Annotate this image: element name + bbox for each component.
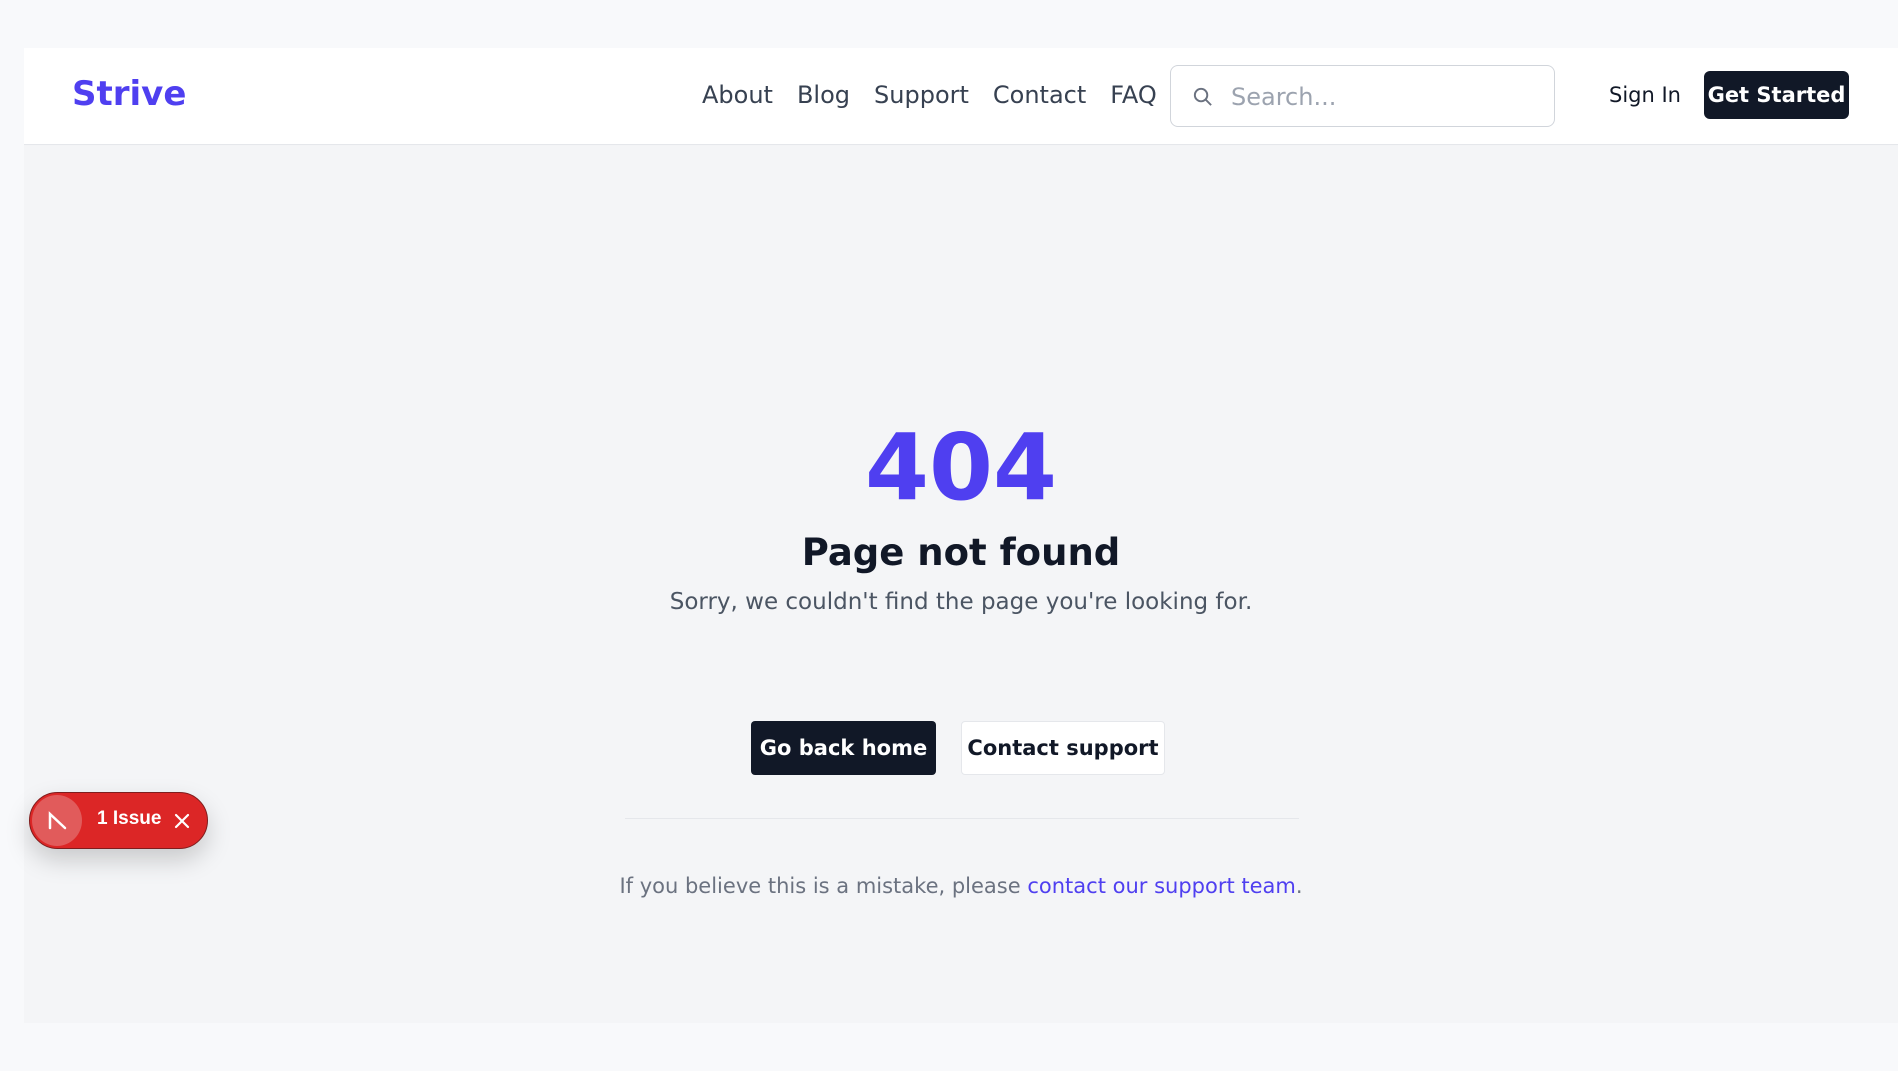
get-started-button[interactable]: Get Started — [1704, 71, 1849, 119]
page-frame: Strive About Blog Support Contact FAQ Si… — [24, 48, 1898, 1023]
error-actions: Go back home Contact support — [751, 721, 1165, 775]
top-navigation: Strive About Blog Support Contact FAQ Si… — [24, 48, 1898, 145]
nav-contact-link[interactable]: Contact — [993, 81, 1086, 109]
search-icon — [1193, 87, 1212, 106]
sign-in-button[interactable]: Sign In — [1609, 83, 1681, 107]
contact-support-link[interactable]: contact our support team — [1027, 874, 1296, 898]
issue-icon — [32, 795, 82, 846]
error-code: 404 — [864, 414, 1058, 521]
main-nav: About Blog Support Contact FAQ — [702, 81, 1157, 109]
error-message: Sorry, we couldn't find the page you're … — [669, 589, 1253, 615]
nav-blog-link[interactable]: Blog — [797, 81, 850, 109]
content-divider — [625, 818, 1299, 819]
go-back-home-button[interactable]: Go back home — [751, 721, 936, 775]
support-notice: If you believe this is a mistake, please… — [24, 874, 1898, 898]
nav-faq-link[interactable]: FAQ — [1110, 81, 1157, 109]
support-notice-prefix: If you believe this is a mistake, please — [619, 874, 1028, 898]
not-found-panel: 404 Page not found Sorry, we couldn't fi… — [24, 146, 1898, 1023]
support-notice-suffix: . — [1295, 874, 1303, 898]
nav-about-link[interactable]: About — [702, 81, 773, 109]
search-field[interactable] — [1170, 65, 1555, 127]
issue-badge[interactable]: 1 Issue — [29, 792, 208, 849]
page-title: Page not found — [801, 531, 1121, 574]
nav-support-link[interactable]: Support — [874, 81, 969, 109]
search-input[interactable] — [1231, 80, 1531, 114]
brand-logo[interactable]: Strive — [72, 74, 186, 114]
close-icon[interactable] — [172, 811, 192, 831]
contact-support-button[interactable]: Contact support — [961, 721, 1165, 775]
issue-count-label: 1 Issue — [97, 808, 162, 829]
